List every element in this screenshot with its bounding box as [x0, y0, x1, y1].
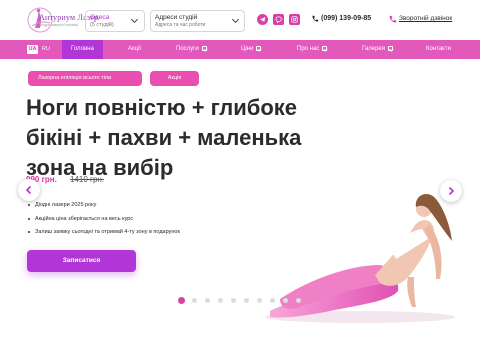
- nav-item-home[interactable]: Головна: [62, 40, 103, 59]
- slider-dot[interactable]: [270, 298, 275, 303]
- slider-prev-button[interactable]: [18, 179, 40, 201]
- logo-tagline: студія лазерної епіляції: [40, 23, 79, 27]
- slider-dot[interactable]: [218, 298, 223, 303]
- signup-button[interactable]: Записатися: [27, 250, 136, 272]
- category-tag[interactable]: Лазерна епіляція всього тіла: [28, 71, 142, 86]
- nav-item-label: Галерея: [362, 46, 386, 52]
- nav-item-label: Про нас: [297, 46, 320, 52]
- address-subtitle: Адреса та час роботи: [155, 22, 206, 28]
- chevron-down-icon: [130, 15, 139, 24]
- nav-item-prices[interactable]: Ціни: [241, 40, 262, 59]
- slider-next-button[interactable]: [440, 180, 462, 202]
- site-header: Антуриум Лазер студія лазерної епіляції …: [0, 0, 480, 40]
- callback-icon: [389, 15, 397, 23]
- nav-item-label: Головна: [71, 46, 94, 52]
- slider-dot[interactable]: [296, 298, 301, 303]
- phone-number[interactable]: (099) 139-09-85: [321, 15, 371, 22]
- nav-item-label: Ціни: [241, 46, 254, 52]
- slider-dot[interactable]: [205, 298, 210, 303]
- main-nav: UA RU Головна Акції Послуги Ціни Про нас…: [0, 40, 480, 59]
- nav-item-contacts[interactable]: Контакти: [426, 40, 451, 59]
- nav-item-label: Контакти: [426, 46, 451, 52]
- chevron-down-icon: [322, 46, 328, 51]
- nav-item-about[interactable]: Про нас: [297, 40, 328, 59]
- promo-tag[interactable]: Акція: [150, 71, 199, 86]
- slider-dot[interactable]: [257, 298, 262, 303]
- nav-item-label: Акції: [128, 46, 142, 52]
- list-item: Діодні лазери 2025 року: [28, 201, 180, 215]
- phone-icon: [312, 15, 319, 22]
- city-studio-count: (5 студій): [90, 22, 114, 28]
- hero-title: Ноги повністю + глибоке бікіні + пахви +…: [26, 95, 302, 180]
- instagram-icon[interactable]: [289, 14, 300, 25]
- lang-ru[interactable]: RU: [42, 45, 50, 54]
- telegram-icon[interactable]: [257, 14, 268, 25]
- benefits-list: Діодні лазери 2025 року Акційна ціна збе…: [28, 201, 180, 242]
- address-title: Адреси студій: [155, 14, 198, 21]
- nav-item-label: Послуги: [176, 46, 199, 52]
- slider-pagination: [178, 297, 301, 305]
- address-select[interactable]: Адреси студій Адреса та час роботи: [150, 10, 245, 32]
- nav-item-gallery[interactable]: Галерея: [362, 40, 394, 59]
- list-item: Акційна ціна зберігається на весь курс: [28, 215, 180, 229]
- city-select[interactable]: Одеса (5 студій): [85, 10, 145, 32]
- hero-slider: Лазерна епіляція всього тіла Акція Ноги …: [0, 59, 480, 360]
- list-item: Залиш заявку сьогодні та отримай 4-ту зо…: [28, 228, 180, 242]
- viber-icon[interactable]: [273, 14, 284, 25]
- slider-dot[interactable]: [192, 298, 197, 303]
- chevron-down-icon: [231, 15, 240, 24]
- slider-dot[interactable]: [244, 298, 249, 303]
- chevron-down-icon: [201, 46, 207, 51]
- chevron-right-icon: [448, 186, 455, 196]
- price-old: 1410 грн.: [70, 175, 105, 184]
- slider-dot[interactable]: [231, 298, 236, 303]
- lang-ua[interactable]: UA: [27, 45, 38, 54]
- city-name: Одеса: [90, 14, 110, 21]
- nav-item-promotions[interactable]: Акції: [128, 40, 141, 59]
- nav-item-services[interactable]: Послуги: [176, 40, 207, 59]
- callback-link[interactable]: Зворотній дзвінок: [399, 15, 452, 22]
- chevron-down-icon: [256, 46, 262, 51]
- logo[interactable]: Антуриум Лазер студія лазерної епіляції: [26, 6, 98, 34]
- slider-dot[interactable]: [283, 298, 288, 303]
- model-image: [265, 193, 455, 323]
- slider-dot[interactable]: [178, 297, 185, 304]
- chevron-left-icon: [25, 185, 32, 195]
- chevron-down-icon: [388, 46, 394, 51]
